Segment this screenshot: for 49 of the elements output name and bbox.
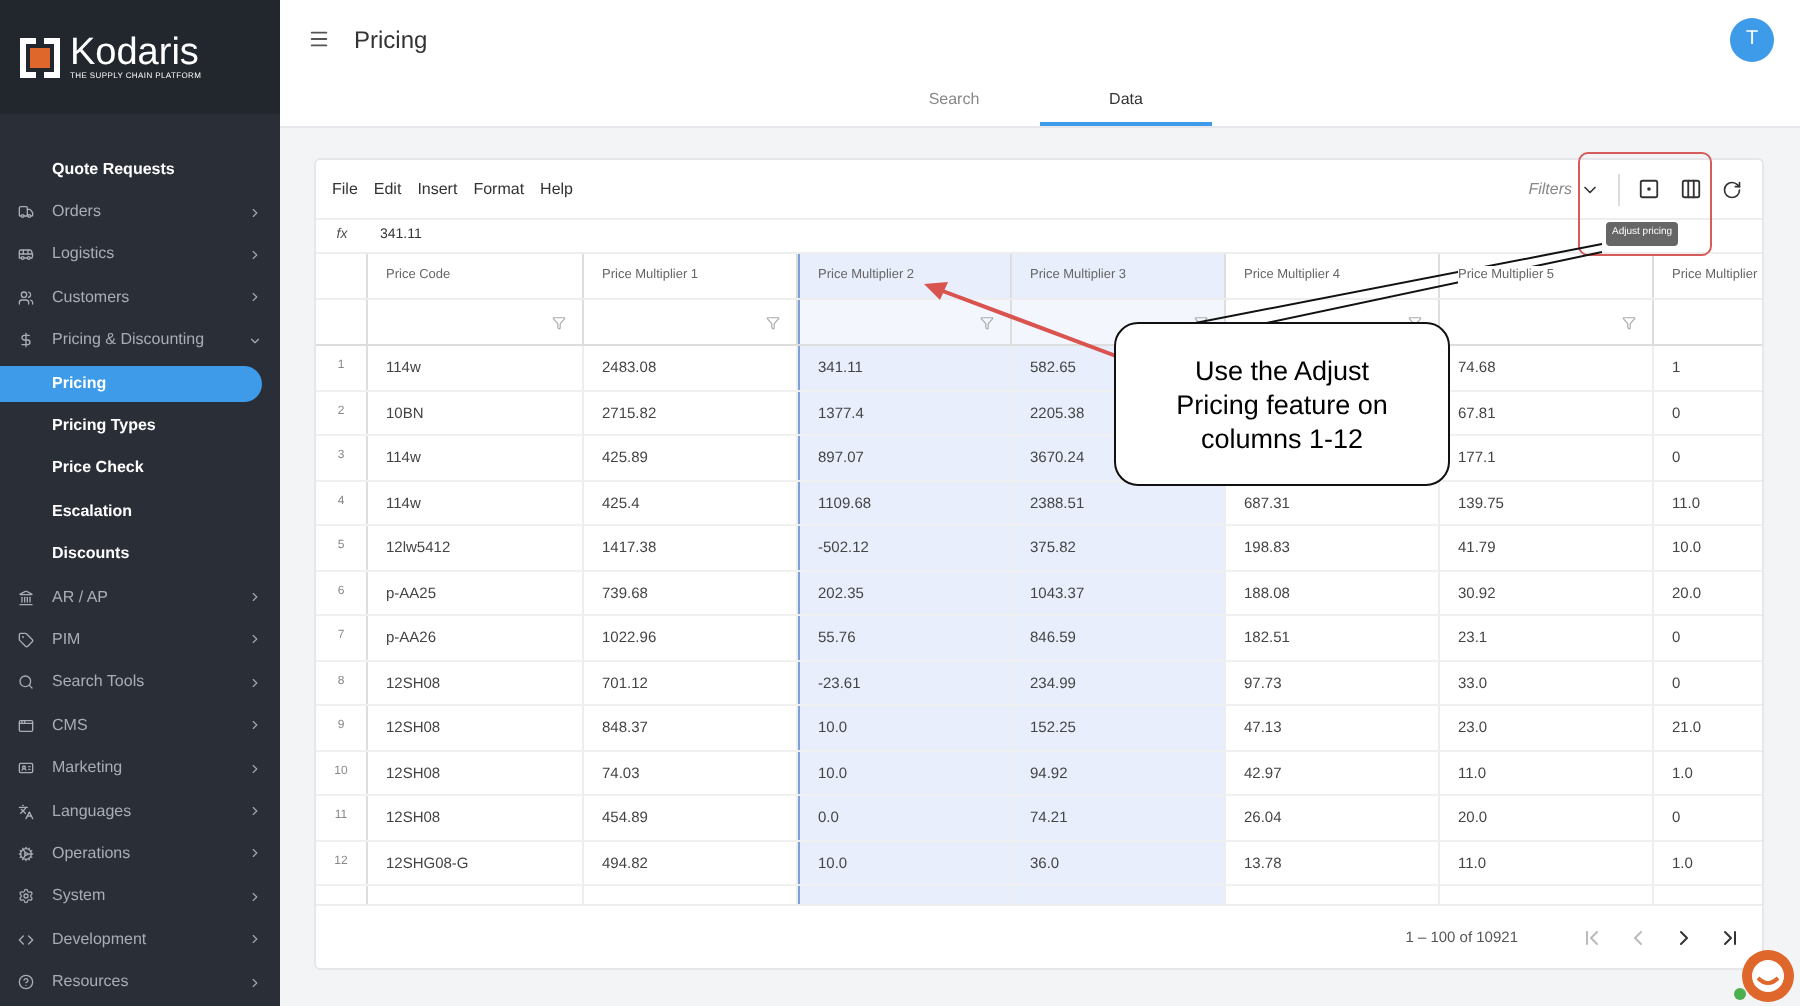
sidebar-subitem[interactable]: Price Check: [0, 450, 262, 487]
chevron-icon: [248, 761, 262, 776]
chevron-icon: [248, 590, 262, 605]
sidebar-item[interactable]: Development: [0, 918, 280, 961]
menu-item[interactable]: File: [332, 177, 358, 201]
chevron-icon: [248, 290, 262, 305]
sidebar-subitem[interactable]: Quote Requests: [52, 157, 175, 182]
chevron-icon: [248, 247, 262, 262]
sidebar-item[interactable]: Resources: [0, 960, 280, 1004]
sidebar-item[interactable]: Pricing & Discounting: [0, 319, 280, 362]
tab[interactable]: Data: [1040, 78, 1212, 126]
sidebar-item[interactable]: CMS: [0, 704, 280, 747]
sidebar-item[interactable]: Operations: [0, 832, 280, 876]
sidebar-item[interactable]: System: [0, 875, 280, 919]
sidebar-subitem[interactable]: Pricing Types: [0, 408, 262, 445]
chevron-icon: [248, 675, 262, 690]
sidebar-item[interactable]: Languages: [0, 789, 280, 833]
callout: Use the Adjust Pricing feature on columns 1-12: [1114, 322, 1450, 486]
menu-item[interactable]: Help: [540, 177, 573, 201]
sidebar-subitem[interactable]: Discounts: [0, 536, 262, 573]
sidebar-item[interactable]: PIM: [0, 618, 280, 662]
chevron-icon: [248, 846, 262, 861]
chevron-icon: [248, 804, 262, 819]
tab[interactable]: Search: [868, 78, 1040, 126]
logo-icon: [18, 35, 62, 79]
sidebar-item[interactable]: Search Tools: [0, 661, 280, 705]
menu-item[interactable]: Format: [473, 177, 525, 201]
sidebar-subitem[interactable]: Escalation: [0, 493, 262, 530]
chevron-icon: [248, 975, 262, 990]
pager-icon[interactable]: [1718, 925, 1742, 949]
sidebar-item[interactable]: Marketing: [0, 746, 280, 790]
chevron-icon: [248, 932, 262, 947]
chevron-icon: [248, 889, 262, 904]
menu-item[interactable]: Edit: [373, 177, 402, 201]
columns-icon[interactable]: [1680, 178, 1702, 200]
chevron-icon: [248, 205, 262, 220]
adjust-pricing-icon[interactable]: [1638, 178, 1660, 200]
chevron-icon: [248, 632, 262, 647]
sidebar-item[interactable]: Logistics: [0, 233, 280, 277]
menu-item[interactable]: Insert: [417, 177, 458, 201]
refresh-icon[interactable]: [1722, 179, 1742, 199]
chevron-icon: [248, 718, 262, 733]
filters-label[interactable]: Filters: [1528, 177, 1572, 201]
chevron-icon: [248, 333, 262, 348]
page-title: Pricing: [354, 23, 430, 57]
sidebar-item[interactable]: Orders: [0, 190, 280, 234]
sidebar-item[interactable]: AR / AP: [0, 575, 280, 619]
logo-name: Kodaris: [70, 34, 199, 72]
sidebar-item[interactable]: Customers: [0, 276, 280, 320]
